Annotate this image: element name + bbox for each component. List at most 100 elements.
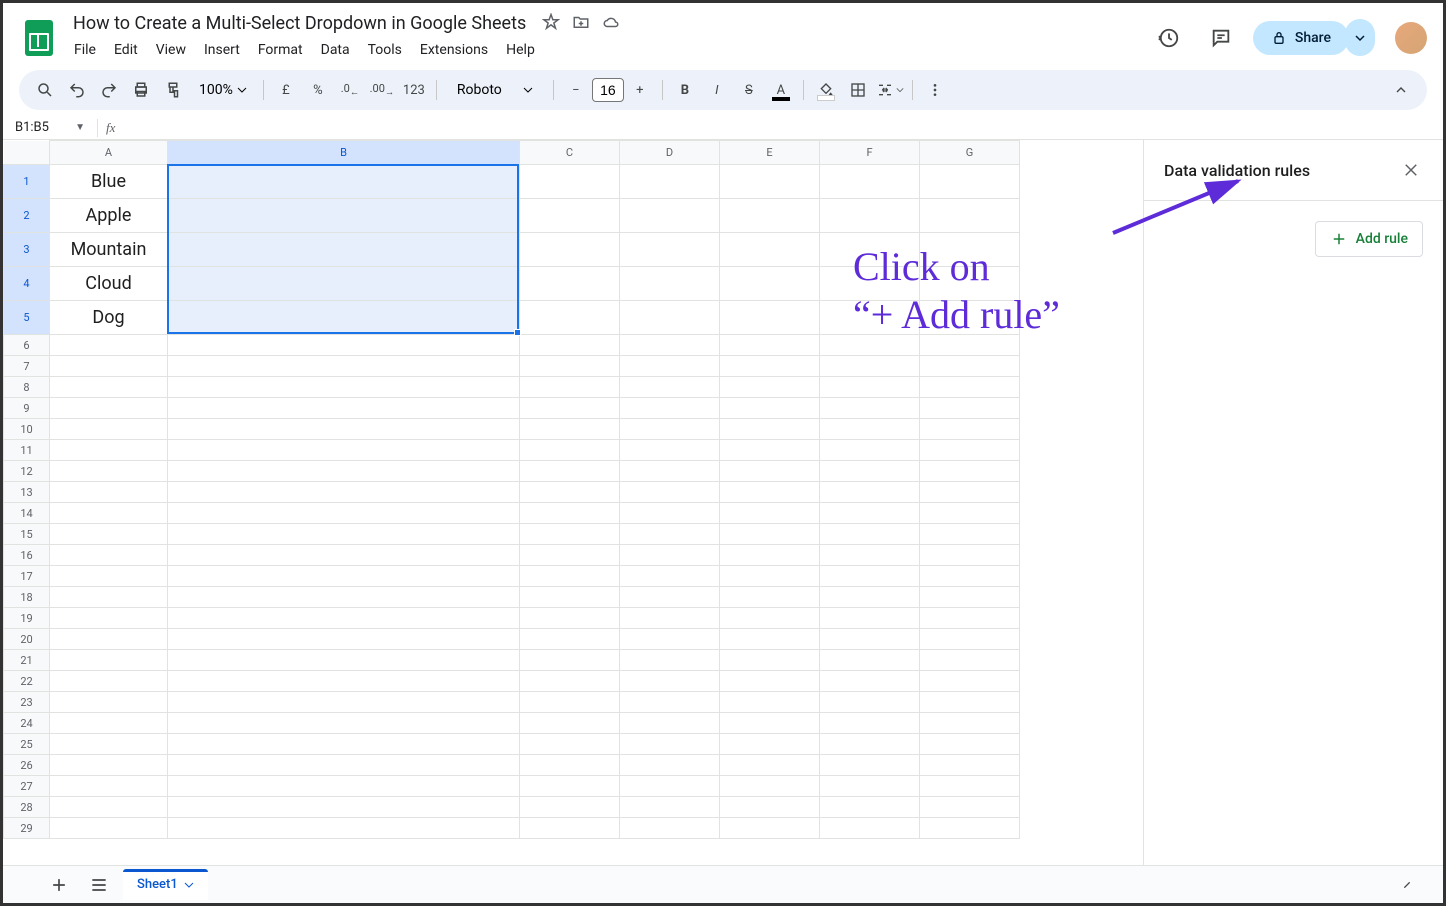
cell[interactable] [168,482,520,503]
cell[interactable] [168,650,520,671]
cell[interactable] [720,301,820,335]
print-icon[interactable] [127,76,155,104]
user-avatar[interactable] [1395,22,1427,54]
cell[interactable] [720,629,820,650]
text-color-button[interactable]: A [767,76,795,104]
cell[interactable] [920,461,1020,482]
cell[interactable] [720,356,820,377]
cell[interactable] [520,692,620,713]
add-rule-button[interactable]: Add rule [1315,221,1423,257]
cell[interactable] [620,776,720,797]
menu-extensions[interactable]: Extensions [413,38,495,62]
cell[interactable] [820,629,920,650]
cell[interactable] [168,797,520,818]
cell[interactable] [920,377,1020,398]
cell[interactable] [620,356,720,377]
cell[interactable] [520,356,620,377]
column-header[interactable]: F [820,141,920,165]
cell[interactable] [620,199,720,233]
cell[interactable] [720,818,820,839]
row-header[interactable]: 18 [4,587,50,608]
row-header[interactable]: 26 [4,755,50,776]
cell[interactable] [920,797,1020,818]
cell[interactable] [620,461,720,482]
cell[interactable] [620,377,720,398]
cell[interactable] [720,335,820,356]
cell[interactable] [620,797,720,818]
strikethrough-button[interactable]: S [735,76,763,104]
cell[interactable] [50,797,168,818]
cell[interactable] [720,692,820,713]
more-formats-button[interactable]: 123 [400,76,428,104]
cell[interactable] [820,482,920,503]
cell[interactable] [920,419,1020,440]
cell[interactable] [720,165,820,199]
cell[interactable] [820,377,920,398]
cell[interactable] [820,692,920,713]
cell[interactable] [620,335,720,356]
percent-button[interactable]: % [304,76,332,104]
cell[interactable] [50,776,168,797]
share-button[interactable]: Share [1253,21,1349,55]
cell[interactable] [168,755,520,776]
cell[interactable] [720,650,820,671]
paint-format-icon[interactable] [159,76,187,104]
cell[interactable] [820,818,920,839]
cell[interactable] [720,713,820,734]
cell[interactable] [168,461,520,482]
row-header[interactable]: 1 [4,165,50,199]
cell[interactable] [720,755,820,776]
cell[interactable] [920,566,1020,587]
menu-format[interactable]: Format [251,38,310,62]
cell[interactable] [168,608,520,629]
document-title[interactable]: How to Create a Multi-Select Dropdown in… [67,11,532,36]
cell[interactable] [520,301,620,335]
cell[interactable] [820,797,920,818]
cell[interactable] [50,440,168,461]
row-header[interactable]: 22 [4,671,50,692]
cell[interactable] [520,776,620,797]
cell[interactable] [520,650,620,671]
cell[interactable] [820,199,920,233]
star-icon[interactable] [542,13,560,35]
row-header[interactable]: 17 [4,566,50,587]
row-header[interactable]: 23 [4,692,50,713]
cell[interactable] [620,608,720,629]
cell[interactable]: Apple [50,199,168,233]
row-header[interactable]: 16 [4,545,50,566]
cell[interactable] [168,377,520,398]
column-header[interactable]: A [50,141,168,165]
cell[interactable] [168,335,520,356]
spreadsheet-grid[interactable]: ABCDEFG1Blue2Apple3Mountain4Cloud5Dog678… [3,140,1143,865]
cell[interactable] [920,356,1020,377]
cell[interactable] [50,335,168,356]
zoom-dropdown[interactable]: 100% [191,82,255,98]
cell[interactable] [520,713,620,734]
cell[interactable] [720,398,820,419]
row-header[interactable]: 19 [4,608,50,629]
cell[interactable] [920,629,1020,650]
cell[interactable] [168,587,520,608]
menu-file[interactable]: File [67,38,103,62]
cell[interactable] [520,671,620,692]
cell[interactable] [820,233,920,267]
cell[interactable]: Mountain [50,233,168,267]
cell[interactable] [720,524,820,545]
row-header[interactable]: 20 [4,629,50,650]
menu-insert[interactable]: Insert [197,38,247,62]
cell[interactable] [50,524,168,545]
row-header[interactable]: 15 [4,524,50,545]
cell[interactable] [820,671,920,692]
cell[interactable] [820,419,920,440]
sheet-tab[interactable]: Sheet1 [123,869,208,900]
cell[interactable] [920,650,1020,671]
cell[interactable] [920,233,1020,267]
cell[interactable] [168,440,520,461]
borders-button[interactable] [844,76,872,104]
cell[interactable] [920,440,1020,461]
row-header[interactable]: 9 [4,398,50,419]
column-header[interactable]: B [168,141,520,165]
cell[interactable] [920,335,1020,356]
cell[interactable] [520,440,620,461]
cell[interactable] [520,755,620,776]
